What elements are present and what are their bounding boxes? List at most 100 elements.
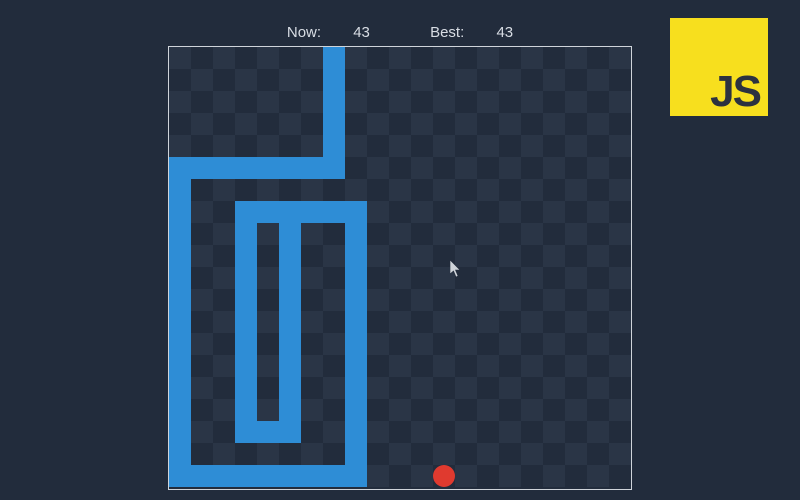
grid-cell: [455, 311, 477, 333]
grid-cell: [499, 113, 521, 135]
grid-cell: [477, 377, 499, 399]
snake-segment: [345, 465, 367, 487]
grid-cell: [191, 223, 213, 245]
snake-segment: [345, 289, 367, 311]
grid-cell: [477, 355, 499, 377]
grid-cell: [477, 443, 499, 465]
grid-cell: [367, 245, 389, 267]
grid-cell: [433, 47, 455, 69]
grid-cell: [279, 47, 301, 69]
grid-cell: [367, 157, 389, 179]
grid-cell: [323, 311, 345, 333]
grid-cell: [521, 157, 543, 179]
snake-segment: [235, 355, 257, 377]
grid-cell: [609, 333, 631, 355]
grid-cell: [587, 333, 609, 355]
grid-cell: [609, 289, 631, 311]
grid-cell: [521, 355, 543, 377]
grid-cell: [301, 443, 323, 465]
grid-cell: [455, 179, 477, 201]
snake-segment: [235, 245, 257, 267]
snake-segment: [213, 465, 235, 487]
grid-cell: [169, 135, 191, 157]
grid-cell: [257, 311, 279, 333]
grid-cell: [609, 47, 631, 69]
grid-cell: [389, 135, 411, 157]
grid-cell: [411, 355, 433, 377]
grid-cell: [455, 421, 477, 443]
grid-cell: [191, 179, 213, 201]
grid-cell: [565, 333, 587, 355]
grid-cell: [301, 289, 323, 311]
snake-segment: [213, 157, 235, 179]
grid-cell: [433, 377, 455, 399]
snake-segment: [235, 311, 257, 333]
grid-cell: [455, 223, 477, 245]
grid-cell: [433, 421, 455, 443]
snake-segment: [323, 47, 345, 69]
grid-cell: [213, 443, 235, 465]
grid-cell: [367, 311, 389, 333]
snake-segment: [279, 355, 301, 377]
grid-cell: [521, 333, 543, 355]
grid-cell: [235, 135, 257, 157]
grid-cell: [279, 91, 301, 113]
grid-cell: [191, 333, 213, 355]
grid-cell: [543, 47, 565, 69]
grid-cell: [521, 267, 543, 289]
snake-segment: [235, 333, 257, 355]
grid-cell: [433, 223, 455, 245]
grid-cell: [587, 289, 609, 311]
grid-cell: [279, 69, 301, 91]
snake-segment: [169, 179, 191, 201]
grid-cell: [609, 223, 631, 245]
game-board[interactable]: [168, 46, 632, 490]
grid-cell: [257, 399, 279, 421]
grid-cell: [499, 311, 521, 333]
snake-segment: [323, 465, 345, 487]
grid-cell: [587, 399, 609, 421]
snake-segment: [279, 201, 301, 223]
grid-cell: [235, 113, 257, 135]
grid-cell: [609, 245, 631, 267]
grid-cell: [433, 399, 455, 421]
grid-cell: [191, 201, 213, 223]
score-best-value: 43: [496, 24, 513, 41]
grid-cell: [433, 355, 455, 377]
grid-cell: [411, 135, 433, 157]
grid-cell: [455, 135, 477, 157]
grid-cell: [609, 179, 631, 201]
grid-cell: [213, 201, 235, 223]
cursor-icon: [450, 260, 462, 278]
grid-cell: [609, 355, 631, 377]
grid-cell: [367, 91, 389, 113]
grid-cell: [301, 113, 323, 135]
grid-cell: [521, 47, 543, 69]
grid-cell: [191, 267, 213, 289]
snake-segment: [169, 201, 191, 223]
grid-cell: [213, 245, 235, 267]
grid-cell: [213, 135, 235, 157]
grid-cell: [565, 355, 587, 377]
snake-segment: [169, 311, 191, 333]
grid-cell: [257, 91, 279, 113]
grid-cell: [323, 421, 345, 443]
grid-cell: [389, 311, 411, 333]
grid-cell: [565, 311, 587, 333]
grid-cell: [169, 91, 191, 113]
grid-cell: [411, 201, 433, 223]
snake-segment: [279, 421, 301, 443]
grid-cell: [323, 377, 345, 399]
grid-cell: [521, 135, 543, 157]
grid-cell: [455, 333, 477, 355]
grid-cell: [477, 157, 499, 179]
grid-cell: [323, 245, 345, 267]
grid-cell: [213, 47, 235, 69]
grid-cell: [543, 421, 565, 443]
grid-cell: [367, 135, 389, 157]
snake-segment: [345, 267, 367, 289]
grid-cell: [543, 113, 565, 135]
grid-cell: [477, 91, 499, 113]
grid-cell: [389, 267, 411, 289]
grid-cell: [499, 289, 521, 311]
